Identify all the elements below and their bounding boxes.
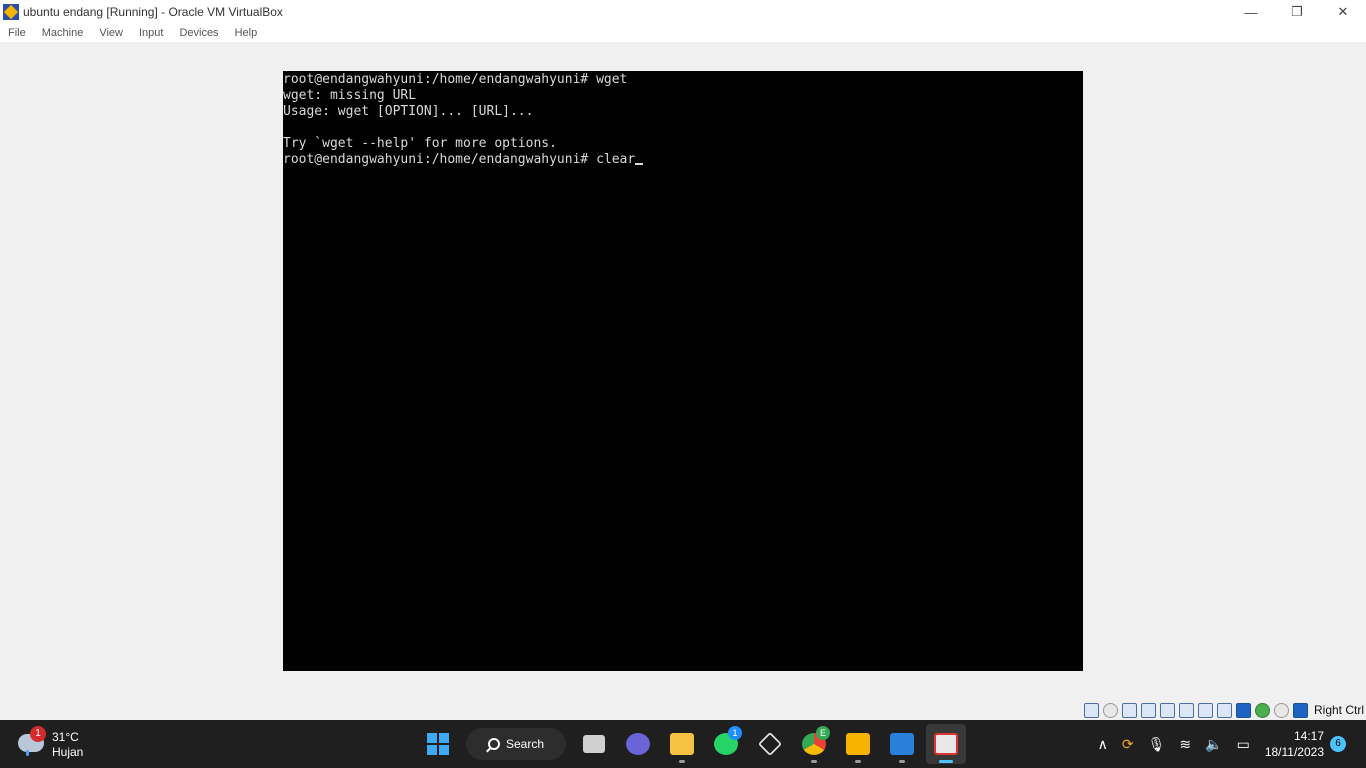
- text-cursor: [635, 163, 644, 165]
- clock-date: 18/11/2023: [1264, 745, 1324, 759]
- cpu-activity-icon[interactable]: [1254, 702, 1270, 718]
- volume-icon[interactable]: 🔈: [1205, 736, 1222, 753]
- paint-button[interactable]: [882, 724, 922, 764]
- cube-icon: [757, 731, 783, 757]
- video-capture-icon[interactable]: [1216, 702, 1232, 718]
- vm-screen[interactable]: root@endangwahyuni:/home/endangwahyuni# …: [283, 71, 1083, 671]
- snipping-tool-icon: [934, 733, 958, 755]
- file-explorer-button[interactable]: [662, 724, 702, 764]
- running-indicator: [811, 760, 817, 763]
- window-title: ubuntu endang [Running] - Oracle VM Virt…: [23, 5, 283, 19]
- hard-disk-icon[interactable]: [1083, 702, 1099, 718]
- teams-chat-button[interactable]: [618, 724, 658, 764]
- start-button[interactable]: [418, 724, 458, 764]
- chat-icon: [626, 733, 650, 755]
- whatsapp-button[interactable]: 1: [706, 724, 746, 764]
- network-icon[interactable]: [1140, 702, 1156, 718]
- folder-icon: [670, 733, 694, 755]
- snipping-tool-button[interactable]: [926, 724, 966, 764]
- title-bar: ubuntu endang [Running] - Oracle VM Virt…: [0, 0, 1366, 24]
- wifi-icon[interactable]: ≋: [1179, 736, 1191, 753]
- window-controls: — ❐ ✕: [1228, 0, 1366, 24]
- terminal-line: wget: missing URL: [283, 88, 417, 103]
- chrome-button[interactable]: E: [794, 724, 834, 764]
- running-indicator: [855, 760, 861, 763]
- battery-icon[interactable]: ▭: [1237, 736, 1250, 753]
- shared-folders-icon[interactable]: [1178, 702, 1194, 718]
- minimize-button[interactable]: —: [1228, 0, 1274, 24]
- sync-icon[interactable]: ⟳: [1122, 736, 1134, 753]
- chevron-up-icon[interactable]: ∧: [1098, 736, 1108, 753]
- terminal-line: Try `wget --help' for more options.: [283, 136, 557, 151]
- display-icon[interactable]: [1197, 702, 1213, 718]
- keyboard-capture-icon[interactable]: [1292, 702, 1308, 718]
- audio-icon[interactable]: [1121, 702, 1137, 718]
- microphone-icon[interactable]: 🎙: [1148, 736, 1166, 753]
- system-tray: ∧ ⟳ 🎙 ≋ 🔈 ▭ 14:17 18/11/2023 6: [1091, 720, 1366, 768]
- host-key-label: Right Ctrl: [1313, 703, 1364, 717]
- terminal-prompt-line: root@endangwahyuni:/home/endangwahyuni# …: [283, 152, 1083, 168]
- mouse-integration-icon[interactable]: [1273, 702, 1289, 718]
- virtualbox-icon: [846, 733, 870, 755]
- taskbar: 1 31°C Hujan Search 1 E ∧ ⟳ 🎙 ≋ 🔈 ▭ 14:1…: [0, 720, 1366, 768]
- taskbar-search[interactable]: Search: [466, 728, 566, 760]
- menu-bar: File Machine View Input Devices Help: [0, 24, 1366, 42]
- running-indicator: [679, 760, 685, 763]
- menu-help[interactable]: Help: [227, 27, 266, 39]
- taskbar-apps: Search 1 E: [416, 724, 968, 764]
- menu-file[interactable]: File: [0, 27, 34, 39]
- windows-logo-icon: [427, 733, 449, 755]
- notification-badge[interactable]: 6: [1330, 736, 1346, 752]
- menu-machine[interactable]: Machine: [34, 27, 92, 39]
- clock[interactable]: 14:17 18/11/2023: [1265, 728, 1324, 760]
- running-indicator: [899, 760, 905, 763]
- clock-time: 14:17: [1293, 729, 1324, 743]
- weather-badge: 1: [30, 726, 46, 742]
- vm-display-area: root@endangwahyuni:/home/endangwahyuni# …: [0, 42, 1366, 700]
- terminal-line: root@endangwahyuni:/home/endangwahyuni# …: [283, 72, 628, 87]
- chrome-profile-badge: E: [816, 726, 830, 740]
- close-button[interactable]: ✕: [1320, 0, 1366, 24]
- vm-status-bar: Right Ctrl: [0, 700, 1366, 720]
- weather-condition: Hujan: [52, 745, 84, 759]
- terminal-line: Usage: wget [OPTION]... [URL]...: [283, 104, 534, 119]
- virtualbox-icon: [3, 4, 19, 20]
- search-label: Search: [506, 737, 545, 751]
- recording-icon[interactable]: [1235, 702, 1251, 718]
- weather-widget[interactable]: 1 31°C Hujan: [16, 726, 106, 762]
- active-indicator: [939, 760, 953, 763]
- usb-icon[interactable]: [1159, 702, 1175, 718]
- task-view-icon: [583, 735, 605, 753]
- task-view-button[interactable]: [574, 724, 614, 764]
- virtualbox-vm-button[interactable]: [838, 724, 878, 764]
- menu-input[interactable]: Input: [131, 27, 171, 39]
- restore-button[interactable]: ❐: [1274, 0, 1320, 24]
- search-icon: [488, 738, 500, 750]
- optical-drive-icon[interactable]: [1102, 702, 1118, 718]
- status-icons: Right Ctrl: [1083, 701, 1364, 719]
- rain-drop-icon: [26, 750, 29, 756]
- virtualbox-manager-button[interactable]: [750, 724, 790, 764]
- weather-temperature: 31°C: [52, 730, 79, 744]
- terminal-command: root@endangwahyuni:/home/endangwahyuni# …: [283, 152, 636, 167]
- paint-icon: [890, 733, 914, 755]
- menu-view[interactable]: View: [91, 27, 131, 39]
- whatsapp-badge: 1: [728, 726, 742, 740]
- menu-devices[interactable]: Devices: [171, 27, 226, 39]
